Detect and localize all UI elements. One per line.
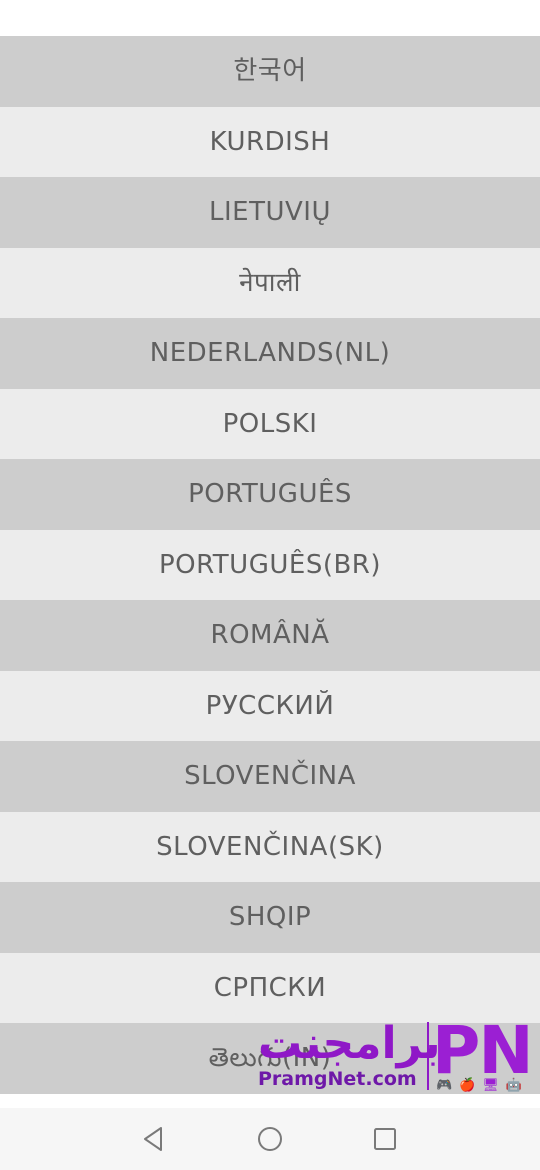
language-item-korean[interactable]: 한국어 (0, 36, 540, 107)
language-item-lithuanian[interactable]: LIETUVIŲ (0, 177, 540, 248)
language-item-slovak[interactable]: SLOVENČINA(SK) (0, 811, 540, 882)
navigation-bar (0, 1108, 540, 1170)
language-item-russian[interactable]: РУССКИЙ (0, 670, 540, 741)
language-item-telugu[interactable]: తెలుగు(IN) (0, 1023, 540, 1094)
language-item-serbian[interactable]: СРПСКИ (0, 952, 540, 1023)
language-item-portuguese-br[interactable]: PORTUGUÊS(BR) (0, 529, 540, 600)
status-area (0, 0, 540, 36)
language-item-polish[interactable]: POLSKI (0, 388, 540, 459)
language-item-dutch[interactable]: NEDERLANDS(NL) (0, 318, 540, 389)
language-item-portuguese[interactable]: PORTUGUÊS (0, 459, 540, 530)
language-item-romanian[interactable]: ROMÂNĂ (0, 600, 540, 671)
language-item-kurdish[interactable]: KURDISH (0, 106, 540, 177)
language-item-slovenian[interactable]: SLOVENČINA (0, 741, 540, 812)
language-item-nepali[interactable]: नेपाली (0, 247, 540, 318)
language-item-albanian[interactable]: SHQIP (0, 882, 540, 953)
home-circle-icon[interactable] (255, 1124, 285, 1154)
language-list[interactable]: 한국어 KURDISH LIETUVIŲ नेपाली NEDERLANDS(N… (0, 36, 540, 1108)
recent-square-icon[interactable] (370, 1124, 400, 1154)
back-triangle-icon[interactable] (139, 1124, 169, 1154)
